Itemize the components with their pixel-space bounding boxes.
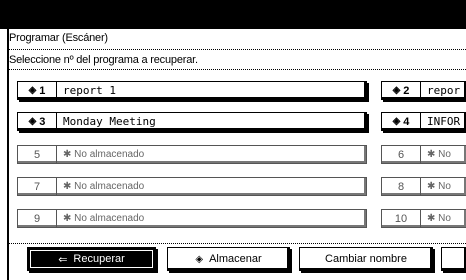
store-label: Almacenar (209, 253, 262, 265)
program-key-5[interactable]: 5 ✱ No almacenado (17, 145, 367, 164)
delete-button-partial[interactable] (441, 247, 466, 271)
program-number: 6 (397, 148, 405, 161)
program-number-cell: ◈ 1 (18, 82, 57, 99)
rename-button[interactable]: Cambiar nombre (299, 247, 433, 271)
program-number: 7 (33, 180, 41, 193)
screen-title: Programar (Escáner) (9, 32, 108, 44)
program-key-2[interactable]: ◈ 2 repor (381, 81, 466, 100)
program-key-9[interactable]: 9 ✱ No almacenado (17, 209, 367, 228)
instruction-text: Seleccione nº del programa a recuperar. (9, 54, 198, 66)
program-key-4[interactable]: ◈ 4 INFOR (381, 112, 466, 131)
program-name: report 1 (63, 84, 116, 97)
program-number: 1 (39, 84, 46, 97)
stored-program-icon: ◈ (392, 85, 401, 96)
program-name: ✱ No (427, 149, 451, 160)
program-name: ✱ No almacenado (63, 149, 145, 160)
program-number-cell: 5 (18, 146, 57, 163)
program-number-cell: 10 (382, 210, 421, 227)
program-name: ✱ No (427, 213, 451, 224)
stored-program-icon: ◈ (28, 85, 37, 96)
program-name: ✱ No almacenado (63, 213, 145, 224)
stored-program-icon: ◈ (28, 116, 37, 127)
program-key-7[interactable]: 7 ✱ No almacenado (17, 177, 367, 196)
program-key-3[interactable]: ◈ 3 Monday Meeting (17, 112, 367, 131)
title-divider (9, 49, 466, 50)
program-key-6[interactable]: 6 ✱ No (381, 145, 466, 164)
program-number-cell: 8 (382, 178, 421, 195)
program-number: 9 (33, 212, 41, 225)
program-name: Monday Meeting (63, 115, 156, 128)
program-key-1[interactable]: ◈ 1 report 1 (17, 81, 367, 100)
program-name: INFOR (427, 115, 461, 128)
program-name: repor (427, 84, 461, 97)
program-number-cell: 9 (18, 210, 57, 227)
program-number-cell: 7 (18, 178, 57, 195)
program-name: ✱ No almacenado (63, 181, 145, 192)
program-number: 10 (394, 212, 408, 225)
program-number-cell: 6 (382, 146, 421, 163)
action-bar-divider (9, 243, 466, 244)
program-number-cell: ◈ 4 (382, 113, 421, 130)
store-button[interactable]: ◈ Almacenar (167, 247, 290, 271)
recall-arrow-icon: ⇐ (58, 253, 68, 266)
program-key-8[interactable]: 8 ✱ No (381, 177, 466, 196)
stored-program-icon: ◈ (392, 116, 401, 127)
recall-label: Recuperar (73, 253, 125, 265)
program-number: 3 (39, 115, 46, 128)
recall-button[interactable]: ⇐ Recuperar (27, 247, 156, 271)
store-icon: ◈ (195, 253, 204, 265)
program-number: 8 (397, 180, 405, 193)
program-number: 5 (33, 148, 41, 161)
program-number-cell: ◈ 2 (382, 82, 421, 99)
program-name: ✱ No (427, 181, 451, 192)
program-number: 2 (403, 84, 410, 97)
title-bar-background (0, 0, 466, 29)
rename-label: Cambiar nombre (325, 253, 407, 265)
instruction-divider (9, 69, 466, 70)
program-number-cell: ◈ 3 (18, 113, 57, 130)
program-key-10[interactable]: 10 ✱ No (381, 209, 466, 228)
program-number: 4 (403, 115, 410, 128)
